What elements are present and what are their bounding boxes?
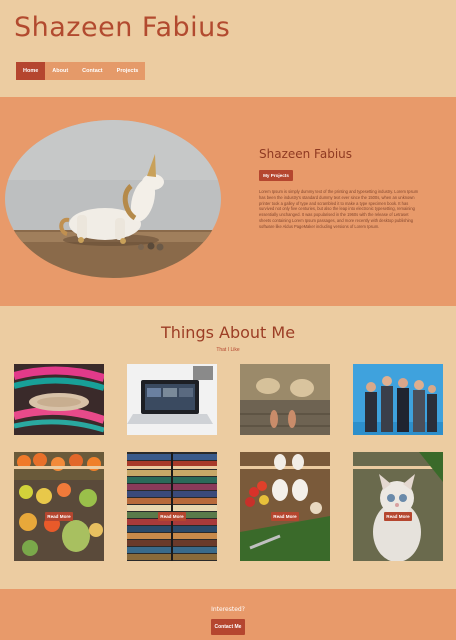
books-card: Read More <box>127 452 217 561</box>
contact-me-button[interactable]: Contact Me <box>211 619 245 635</box>
read-more-button[interactable]: Read More <box>45 512 73 521</box>
main-nav: Home About Contact Projects <box>16 62 146 80</box>
about-title: Things About Me <box>160 323 296 342</box>
hero-description: Lorem Ipsum is simply dummy text of the … <box>259 189 419 229</box>
cat-card: Read More <box>353 452 443 561</box>
site-title: Shazeen Fabius <box>14 12 231 43</box>
bracelets-photo <box>14 364 104 435</box>
laptop-photo <box>127 364 217 435</box>
hero-section: Shazeen Fabius My Projects Lorem Ipsum i… <box>0 97 456 306</box>
cooking-ingredients-card: Read More <box>240 452 330 561</box>
unicorn-figurine-image <box>5 120 221 278</box>
nav-contact[interactable]: Contact <box>75 62 109 80</box>
hero-name: Shazeen Fabius <box>259 147 353 161</box>
feet-on-deck-photo <box>240 364 330 435</box>
site-header: Shazeen Fabius Home About Contact Projec… <box>0 0 456 97</box>
tv-show-cast-photo <box>353 364 443 435</box>
nav-projects[interactable]: Projects <box>110 62 146 80</box>
read-more-button[interactable]: Read More <box>271 512 299 521</box>
about-subtitle: That I Like <box>216 347 240 353</box>
footer-title: Interested? <box>211 606 245 613</box>
nav-home[interactable]: Home <box>16 62 46 80</box>
footer-section: Interested? Contact Me <box>0 589 456 640</box>
nav-about[interactable]: About <box>45 62 75 80</box>
read-more-button[interactable]: Read More <box>158 512 186 521</box>
my-projects-button[interactable]: My Projects <box>259 170 293 181</box>
read-more-button[interactable]: Read More <box>384 512 412 521</box>
vegetables-card: Read More <box>14 452 104 561</box>
